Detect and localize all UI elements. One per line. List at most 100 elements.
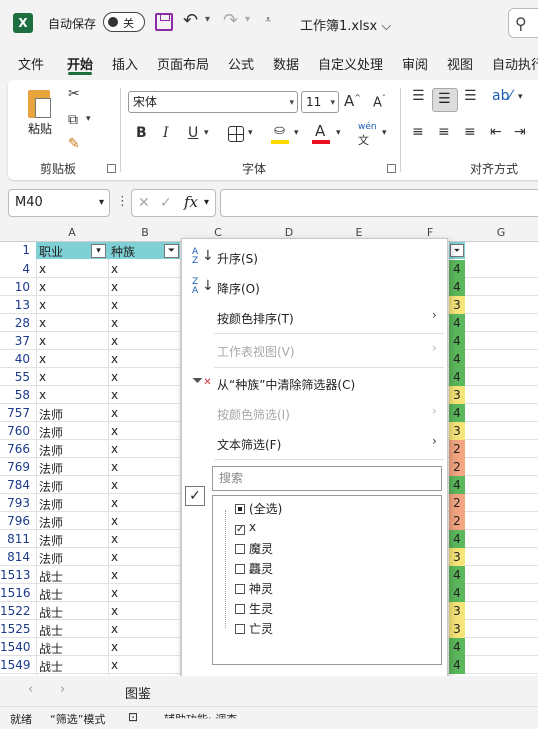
chevron-down-icon[interactable]: ▾: [248, 128, 253, 138]
filter-item-select-all[interactable]: (全选): [235, 500, 282, 517]
chevron-down-icon[interactable]: ▾: [336, 128, 341, 138]
score-cell[interactable]: 3: [449, 602, 465, 620]
row-number[interactable]: 757: [0, 406, 34, 420]
cell-a[interactable]: 法师: [39, 424, 63, 441]
scroll-right-icon[interactable]: ›: [60, 682, 65, 697]
cell-b[interactable]: x: [111, 424, 118, 438]
underline-button[interactable]: U: [188, 125, 198, 141]
tab-page-layout[interactable]: 页面布局: [157, 54, 209, 73]
header-cell-a[interactable]: 职业: [39, 243, 63, 260]
cell-a[interactable]: 法师: [39, 514, 63, 531]
row-number[interactable]: 37: [0, 334, 34, 348]
tab-file[interactable]: 文件: [18, 54, 44, 73]
cell-a[interactable]: 法师: [39, 406, 63, 423]
save-icon[interactable]: [155, 13, 173, 31]
row-number[interactable]: 40: [0, 352, 34, 366]
paste-button[interactable]: 粘贴: [28, 120, 52, 137]
decrease-indent-icon[interactable]: ⇤: [490, 124, 502, 140]
filter-dropdown-icon[interactable]: ▾: [91, 244, 106, 258]
tab-automate[interactable]: 自动执行: [492, 54, 538, 73]
align-right-icon[interactable]: ≡: [464, 124, 476, 140]
row-number[interactable]: 1516: [0, 586, 34, 600]
column-header-b[interactable]: B: [109, 226, 181, 239]
row-number[interactable]: 10: [0, 280, 34, 294]
font-color-icon[interactable]: A: [315, 122, 325, 140]
row-number[interactable]: 1549: [0, 658, 34, 672]
undo-icon[interactable]: ↶: [183, 10, 198, 31]
cell-b[interactable]: x: [111, 658, 118, 672]
cell-b[interactable]: x: [111, 334, 118, 348]
cell-b[interactable]: x: [111, 604, 118, 618]
cell-b[interactable]: x: [111, 460, 118, 474]
score-cell[interactable]: 4: [449, 476, 465, 494]
score-cell[interactable]: 2: [449, 494, 465, 512]
increase-indent-icon[interactable]: ⇥: [514, 124, 526, 140]
filter-item[interactable]: 生灵: [235, 600, 273, 617]
format-painter-icon[interactable]: ✎: [68, 136, 80, 152]
align-center-icon[interactable]: ≡: [438, 124, 450, 140]
menu-sort-by-color[interactable]: 按颜色排序(T): [217, 310, 294, 327]
font-launcher-icon[interactable]: [387, 164, 396, 173]
cell-b[interactable]: x: [111, 280, 118, 294]
sheet-tab[interactable]: 图鉴: [125, 683, 151, 702]
score-cell[interactable]: 3: [449, 620, 465, 638]
cell-b[interactable]: x: [111, 262, 118, 276]
cell-a[interactable]: 法师: [39, 442, 63, 459]
score-cell[interactable]: 4: [449, 368, 465, 386]
cell-a[interactable]: x: [39, 316, 46, 330]
align-bottom-icon[interactable]: ☰: [464, 88, 477, 104]
customize-qat-icon[interactable]: ⩡: [265, 13, 271, 27]
row-number[interactable]: 1540: [0, 640, 34, 654]
row-number[interactable]: 4: [0, 262, 34, 276]
row-number[interactable]: 811: [0, 532, 34, 546]
cell-b[interactable]: x: [111, 514, 118, 528]
tab-custom[interactable]: 自定义处理: [318, 54, 383, 73]
row-number[interactable]: 769: [0, 460, 34, 474]
cell-a[interactable]: x: [39, 352, 46, 366]
row-number[interactable]: 1: [0, 243, 34, 257]
chevron-down-icon[interactable]: ▾: [205, 14, 210, 25]
chevron-down-icon[interactable]: ▾: [294, 128, 299, 138]
score-cell[interactable]: 4: [449, 566, 465, 584]
cancel-icon[interactable]: ✕: [138, 195, 150, 211]
cell-b[interactable]: x: [111, 496, 118, 510]
cell-b[interactable]: x: [111, 442, 118, 456]
score-cell[interactable]: 2: [449, 512, 465, 530]
cell-a[interactable]: x: [39, 280, 46, 294]
formula-input[interactable]: [220, 189, 538, 217]
select-mode-checkbox[interactable]: ✓: [185, 486, 205, 506]
font-name-select[interactable]: 宋体 ▾: [128, 91, 298, 113]
tab-data[interactable]: 数据: [273, 54, 299, 73]
phonetic-icon[interactable]: wén 文: [358, 122, 377, 148]
cell-b[interactable]: x: [111, 622, 118, 636]
score-cell[interactable]: 3: [449, 422, 465, 440]
row-number[interactable]: 796: [0, 514, 34, 528]
chevron-down-icon[interactable]: ▾: [382, 128, 387, 138]
cell-a[interactable]: x: [39, 388, 46, 402]
cell-a[interactable]: 战士: [39, 586, 63, 603]
align-middle-button[interactable]: ☰: [432, 88, 458, 112]
scroll-left-icon[interactable]: ‹: [28, 682, 33, 697]
copy-icon[interactable]: ⧉: [68, 112, 78, 128]
menu-text-filter[interactable]: 文本筛选(F): [217, 436, 281, 453]
cell-a[interactable]: x: [39, 262, 46, 276]
increase-font-icon[interactable]: A^: [344, 92, 361, 110]
search-button[interactable]: ⚲: [508, 8, 538, 38]
font-size-select[interactable]: 11 ▾: [301, 91, 339, 113]
more-options-icon[interactable]: ⋮: [116, 194, 129, 209]
score-cell[interactable]: 4: [449, 584, 465, 602]
redo-icon[interactable]: ↷: [223, 10, 238, 31]
cell-b[interactable]: x: [111, 586, 118, 600]
row-number[interactable]: 1525: [0, 622, 34, 636]
align-top-icon[interactable]: ☰: [412, 88, 425, 104]
score-cell[interactable]: 4: [449, 530, 465, 548]
accessibility-status[interactable]: 辅助功能: 调查: [164, 711, 237, 718]
orientation-icon[interactable]: ab⁄: [492, 88, 512, 104]
score-cell[interactable]: 4: [449, 350, 465, 368]
cell-b[interactable]: x: [111, 568, 118, 582]
paste-icon[interactable]: [26, 86, 56, 120]
row-number[interactable]: 760: [0, 424, 34, 438]
menu-sort-descending[interactable]: 降序(O): [217, 280, 260, 297]
menu-sort-ascending[interactable]: 升序(S): [217, 250, 258, 267]
cell-a[interactable]: 法师: [39, 550, 63, 567]
